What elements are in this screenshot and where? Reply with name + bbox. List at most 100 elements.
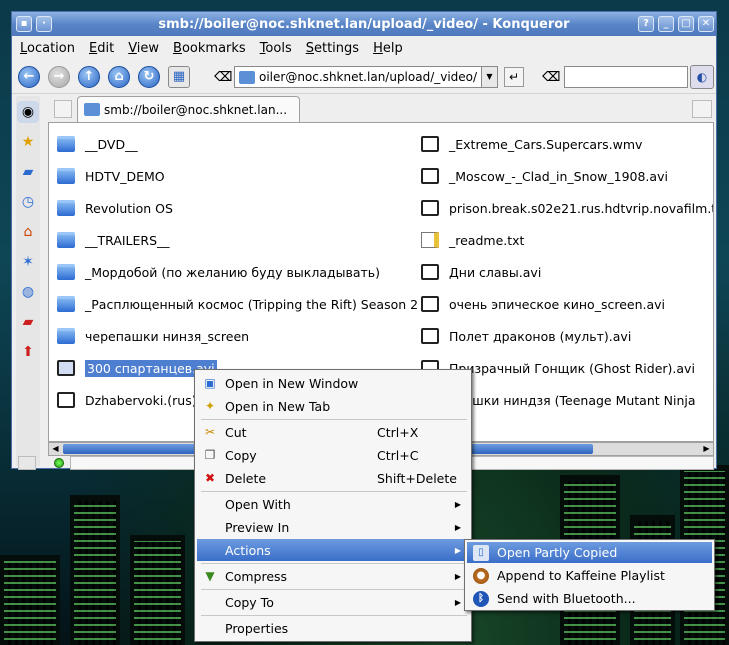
open-file-icon: ▯ bbox=[473, 544, 489, 561]
compress-icon: ▼ bbox=[205, 569, 215, 583]
submenu-arrow-icon: ▶ bbox=[454, 571, 461, 581]
scissors-icon: ✂ bbox=[204, 425, 216, 439]
city-building bbox=[70, 495, 120, 645]
menu-settings[interactable]: Settings bbox=[306, 41, 359, 56]
clear-location-icon[interactable]: ⌫ bbox=[214, 70, 232, 85]
menu-preview-in[interactable]: Preview In ▶ bbox=[197, 516, 469, 538]
location-bar[interactable]: oiler@noc.shknet.lan/upload/_video/ ▼ bbox=[234, 66, 498, 88]
menu-compress[interactable]: ▼ Compress ▶ bbox=[197, 565, 469, 587]
menu-copy-to[interactable]: Copy To ▶ bbox=[197, 591, 469, 613]
action-append-kaffeine[interactable]: ● Append to Kaffeine Playlist bbox=[467, 565, 712, 586]
file-item[interactable]: Дни славы.avi bbox=[421, 261, 541, 283]
file-item[interactable]: __TRAILERS__ bbox=[57, 229, 170, 251]
menu-edit[interactable]: Edit bbox=[89, 41, 114, 56]
close-tab-icon[interactable] bbox=[692, 100, 712, 118]
submenu-arrow-icon: ▶ bbox=[454, 499, 461, 509]
go-icon[interactable]: ↵ bbox=[504, 67, 524, 87]
file-name: черепашки нинзя_screen bbox=[85, 328, 250, 344]
menu-open-new-tab[interactable]: ✦ Open in New Tab bbox=[197, 395, 469, 417]
chevron-down-icon[interactable]: ▼ bbox=[481, 67, 497, 87]
menu-view[interactable]: View bbox=[128, 41, 159, 56]
city-building bbox=[0, 555, 60, 645]
sidebar-pin-icon[interactable]: ⬆ bbox=[17, 341, 39, 363]
file-item[interactable]: prison.break.s02e21.rus.hdtvrip.novafilm… bbox=[421, 197, 714, 219]
action-send-bluetooth[interactable]: ᛒ Send with Bluetooth... bbox=[467, 588, 712, 609]
status-led-icon bbox=[54, 458, 64, 468]
folder-icon bbox=[57, 136, 75, 152]
video-file-icon bbox=[421, 264, 439, 280]
sidebar-bookmarks-icon[interactable]: ★ bbox=[17, 131, 39, 153]
file-item[interactable]: черепашки нинзя_screen bbox=[57, 325, 249, 347]
video-file-icon bbox=[57, 360, 75, 376]
file-name: _Расплющенный космос (Tripping the Rift)… bbox=[85, 296, 419, 312]
file-item[interactable]: __DVD__ bbox=[57, 133, 138, 155]
video-file-icon bbox=[421, 200, 439, 216]
help-icon[interactable]: ? bbox=[638, 16, 654, 32]
tab-current[interactable]: smb://boiler@noc.shknet.lan... bbox=[77, 96, 300, 122]
file-item[interactable]: Revolution OS bbox=[57, 197, 173, 219]
file-item[interactable]: _readme.txt bbox=[421, 229, 524, 251]
menu-bar: Location Edit View Bookmarks Tools Setti… bbox=[12, 36, 716, 60]
menu-bookmarks[interactable]: Bookmarks bbox=[173, 41, 246, 56]
file-name: _Мордобой (по желанию буду выкладывать) bbox=[85, 264, 381, 280]
sidebar-network-icon[interactable]: ◉ bbox=[17, 101, 39, 123]
file-item[interactable]: Dzhabervoki.(rus). bbox=[57, 389, 201, 411]
new-window-icon: ▣ bbox=[204, 376, 216, 390]
file-name: Полет драконов (мульт).avi bbox=[449, 328, 632, 344]
menu-location[interactable]: Location bbox=[20, 41, 75, 56]
file-name: prison.break.s02e21.rus.hdtvrip.novafilm… bbox=[449, 200, 714, 216]
sidebar-folder-icon[interactable]: ▰ bbox=[17, 161, 39, 183]
menu-separator bbox=[201, 615, 467, 616]
sidebar-root-icon[interactable]: ▰ bbox=[17, 311, 39, 333]
menu-cut[interactable]: ✂ Cut Ctrl+X bbox=[197, 421, 469, 443]
menu-help[interactable]: Help bbox=[373, 41, 403, 56]
action-open-partly-copied[interactable]: ▯ Open Partly Copied bbox=[467, 542, 712, 563]
file-name: Revolution OS bbox=[85, 200, 173, 216]
copy-icon: ❐ bbox=[204, 448, 216, 462]
menu-tools[interactable]: Tools bbox=[260, 41, 292, 56]
clear-search-icon[interactable]: ⌫ bbox=[542, 70, 560, 85]
file-name: __DVD__ bbox=[85, 136, 138, 152]
minimize-icon[interactable]: _ bbox=[658, 16, 674, 32]
delete-icon: ✖ bbox=[204, 471, 216, 485]
scroll-left-icon[interactable]: ◀ bbox=[49, 443, 62, 455]
sidebar-home-icon[interactable]: ⌂ bbox=[17, 221, 39, 243]
menu-copy[interactable]: ❐ Copy Ctrl+C bbox=[197, 444, 469, 466]
menu-open-with[interactable]: Open With ▶ bbox=[197, 493, 469, 515]
location-input[interactable]: oiler@noc.shknet.lan/upload/_video/ bbox=[259, 70, 477, 84]
home-icon[interactable]: ⌂ bbox=[108, 65, 130, 88]
folder-icon bbox=[239, 70, 255, 84]
sidebar-history-icon[interactable]: ◷ bbox=[17, 191, 39, 213]
file-item[interactable]: HDTV_DEMO bbox=[57, 165, 165, 187]
scroll-right-icon[interactable]: ▶ bbox=[700, 443, 713, 455]
reload-icon[interactable]: ↻ bbox=[138, 65, 160, 88]
sidebar-services-icon[interactable]: ◍ bbox=[17, 281, 39, 303]
file-item[interactable]: _Мордобой (по желанию буду выкладывать) bbox=[57, 261, 380, 283]
maximize-icon[interactable]: □ bbox=[678, 16, 694, 32]
status-toggle[interactable] bbox=[18, 456, 36, 470]
sidebar-media-icon[interactable]: ✶ bbox=[17, 251, 39, 273]
menu-open-new-window[interactable]: ▣ Open in New Window bbox=[197, 372, 469, 394]
forward-icon[interactable]: → bbox=[48, 65, 70, 88]
menu-actions[interactable]: Actions ▶ bbox=[197, 539, 469, 561]
file-name: очень эпическое кино_screen.avi bbox=[449, 296, 666, 312]
close-icon[interactable]: ✕ bbox=[698, 16, 714, 32]
kde-logo-icon[interactable]: ◐ bbox=[690, 65, 714, 89]
file-item[interactable]: _Расплющенный космос (Tripping the Rift)… bbox=[57, 293, 418, 315]
search-input[interactable] bbox=[564, 66, 688, 88]
file-item[interactable]: _Moscow_-_Clad_in_Snow_1908.avi bbox=[421, 165, 668, 187]
up-icon[interactable]: ↑ bbox=[78, 65, 100, 88]
folder-icon bbox=[57, 264, 75, 280]
view-mode-icon[interactable]: ▦ bbox=[168, 65, 190, 88]
file-item[interactable]: очень эпическое кино_screen.avi bbox=[421, 293, 665, 315]
file-item[interactable]: _Extreme_Cars.Supercars.wmv bbox=[421, 133, 642, 155]
folder-icon bbox=[57, 200, 75, 216]
back-icon[interactable]: ← bbox=[18, 65, 40, 88]
file-item[interactable]: Полет драконов (мульт).avi bbox=[421, 325, 631, 347]
video-file-icon bbox=[421, 328, 439, 344]
menu-delete[interactable]: ✖ Delete Shift+Delete bbox=[197, 467, 469, 489]
file-item-selected[interactable]: 300 спартанцев.avi bbox=[57, 357, 217, 379]
title-bar[interactable]: ▪ · smb://boiler@noc.shknet.lan/upload/_… bbox=[12, 12, 716, 36]
new-tab-icon[interactable] bbox=[54, 100, 72, 118]
menu-properties[interactable]: Properties bbox=[197, 617, 469, 639]
